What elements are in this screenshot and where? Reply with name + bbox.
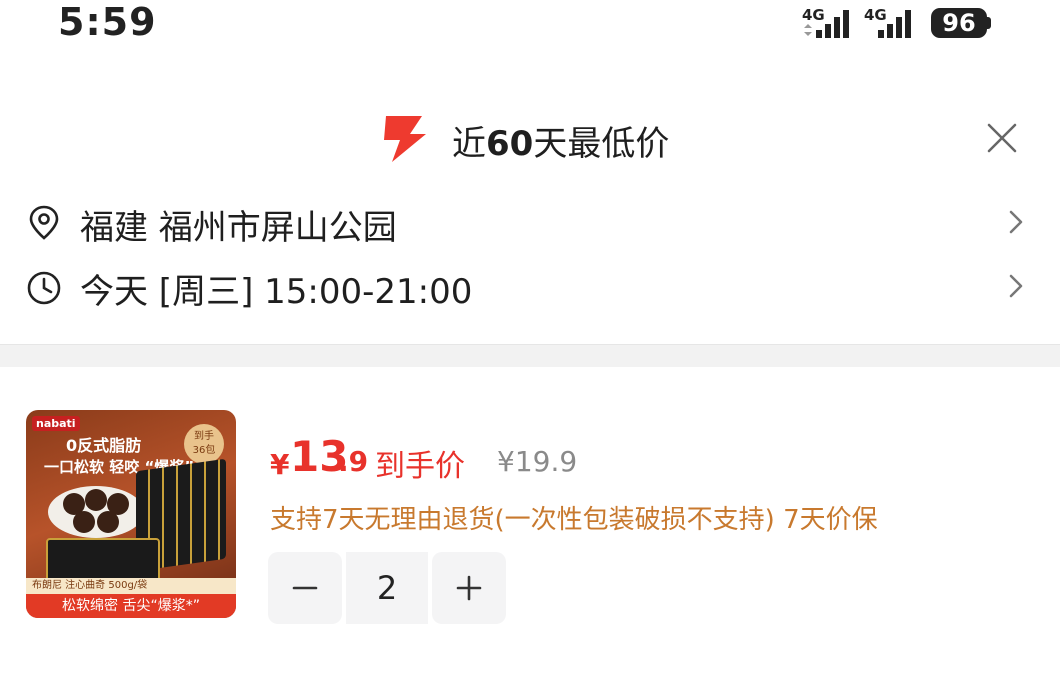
- original-price: ¥19.9: [497, 445, 578, 478]
- price-decimal: .9: [338, 445, 369, 478]
- delivery-time-row[interactable]: 今天 [周三] 15:00-21:00: [0, 254, 1060, 318]
- network-type-label-2: 4G: [864, 6, 887, 24]
- product-image-footer: 松软绵密 舌尖“爆浆*”: [26, 594, 236, 618]
- product-image-badge: 到手 36包: [184, 424, 224, 464]
- close-icon[interactable]: [986, 122, 1018, 154]
- location-pin-icon: [29, 205, 59, 240]
- address-text: 福建 福州市屏山公园: [80, 208, 397, 248]
- cellular-signal-icon: 4G: [802, 6, 849, 38]
- brand-logo: nabati: [32, 416, 80, 431]
- network-type-label: 4G: [802, 6, 825, 24]
- quantity-increase-button[interactable]: [432, 552, 506, 624]
- battery-tip: [987, 17, 991, 29]
- cookies-illustration: [48, 486, 144, 538]
- quantity-input[interactable]: 2: [346, 552, 428, 624]
- price-currency: ¥: [270, 448, 290, 481]
- status-time: 5:59: [58, 0, 157, 44]
- cellular-signal-icon-2: 4G: [864, 6, 911, 38]
- badge-top: 到手: [194, 431, 214, 442]
- address-row[interactable]: 福建 福州市屏山公园: [0, 190, 1060, 254]
- product-image[interactable]: nabati 0反式脂肪 一口松软 轻咬 “爆浆” 到手 36包 布朗尼 注心曲…: [26, 410, 236, 618]
- battery-indicator: 96: [931, 8, 987, 38]
- badge-bottom: 36包: [192, 445, 216, 456]
- clock-icon: [27, 271, 61, 305]
- product-image-info: 布朗尼 注心曲奇 500g/袋: [26, 578, 236, 594]
- chevron-right-icon: [1009, 210, 1023, 234]
- delivery-time-text: 今天 [周三] 15:00-21:00: [80, 272, 473, 312]
- header-title-prefix: 近: [452, 124, 486, 164]
- minus-icon: [292, 586, 318, 590]
- header-title: 近60天最低价: [452, 116, 669, 165]
- chevron-right-icon: [1009, 274, 1023, 298]
- price-label: 到手价: [375, 449, 465, 484]
- header-title-suffix: 天最低价: [533, 124, 670, 164]
- product-packs-illustration: [46, 538, 160, 582]
- header-title-number: 60: [486, 124, 534, 164]
- quantity-decrease-button[interactable]: [268, 552, 342, 624]
- service-guarantee: 支持7天无理由退货(一次性包装破损不支持) 7天价保: [270, 505, 878, 535]
- product-image-headline: 0反式脂肪: [66, 436, 142, 455]
- lightning-icon: [384, 116, 426, 162]
- plus-icon: [456, 575, 482, 601]
- section-divider: [0, 344, 1060, 367]
